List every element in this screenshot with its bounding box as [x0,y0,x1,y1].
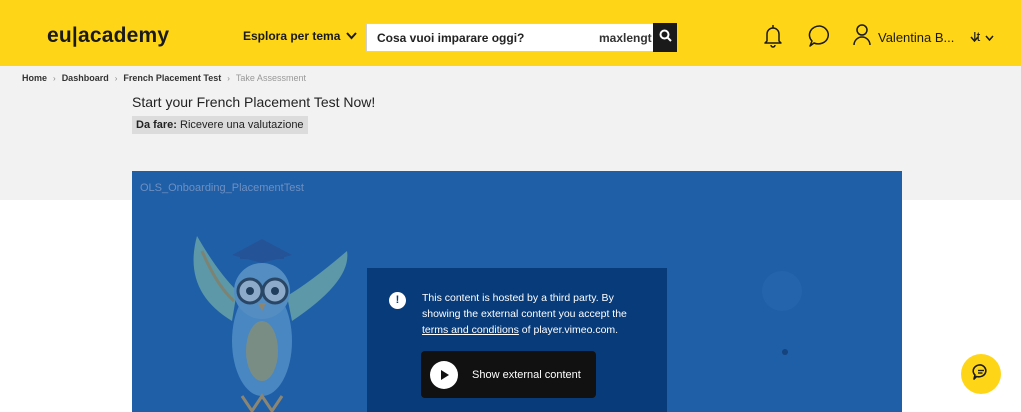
consent-text-part2: of player.vimeo.com. [518,324,619,336]
chat-icon[interactable] [807,23,833,49]
breadcrumb-separator: › [227,73,230,83]
chevron-down-icon [985,29,994,44]
consent-text-part1: This content is hosted by a third party.… [422,292,627,320]
todo-label: Da fare: [136,119,177,131]
terms-link[interactable]: terms and conditions [422,324,519,336]
bell-icon[interactable] [762,23,784,49]
owl-mascot-image [162,211,362,412]
video-title: OLS_Onboarding_PlacementTest [140,182,304,194]
search-icon [659,29,672,47]
todo-text: Ricevere una valutazione [180,119,304,131]
play-icon [430,360,458,389]
search-extra-text: maxlengt [599,31,652,45]
breadcrumb-separator: › [53,73,56,83]
breadcrumb: Home › Dashboard › French Placement Test… [22,73,306,83]
todo-badge: Da fare: Ricevere una valutazione [132,116,308,134]
chat-bubble-button[interactable] [961,354,1001,394]
explore-label: Esplora per tema [243,29,341,43]
consent-message: This content is hosted by a third party.… [422,290,652,338]
video-player: OLS_Onboarding_PlacementTest ! This cont… [132,171,902,412]
top-header: eu|academy Esplora per tema maxlengt Val… [0,0,1021,66]
breadcrumb-current: Take Assessment [235,73,306,83]
language-label: It [973,29,981,44]
show-button-label: Show external content [472,368,581,381]
search-bar: maxlengt [366,23,677,52]
show-external-content-button[interactable]: Show external content [421,351,596,398]
user-icon [852,23,872,52]
user-menu[interactable]: Valentina B... [852,23,979,52]
background-decoration [782,349,788,355]
logo[interactable]: eu|academy [47,24,169,48]
chevron-down-icon [346,29,358,43]
search-button[interactable] [653,23,677,52]
chat-bubble-icon [972,363,990,386]
external-content-notice: ! This content is hosted by a third part… [367,268,667,412]
breadcrumb-placement-test[interactable]: French Placement Test [123,73,221,83]
breadcrumb-separator: › [114,73,118,83]
breadcrumb-home[interactable]: Home [22,73,47,83]
background-decoration [762,271,802,311]
info-icon: ! [389,292,406,309]
breadcrumb-dashboard[interactable]: Dashboard [62,73,109,83]
user-name: Valentina B... [878,30,955,45]
explore-topics-menu[interactable]: Esplora per tema [243,29,358,43]
language-selector[interactable]: It [973,29,994,44]
search-input[interactable] [367,24,567,51]
page-title: Start your French Placement Test Now! [132,94,376,110]
